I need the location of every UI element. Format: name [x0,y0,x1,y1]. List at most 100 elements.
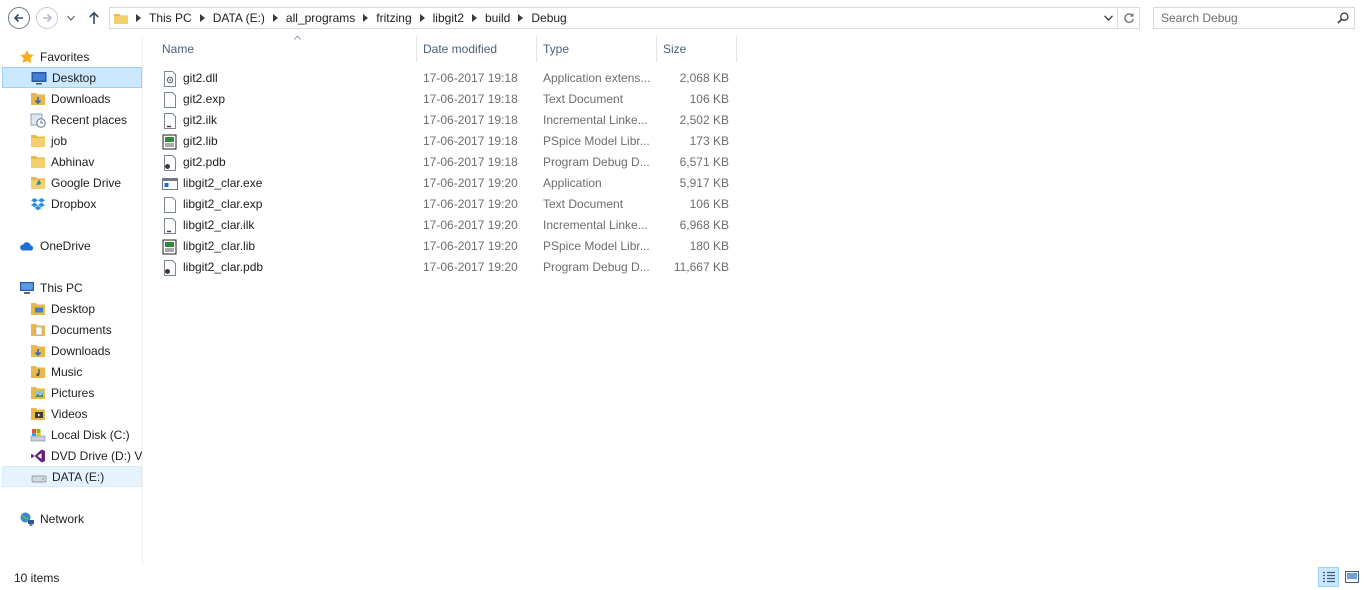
file-name: git2.dll [183,71,218,85]
nav-network[interactable]: Network [2,508,142,529]
nav-this-pc[interactable]: This PC [2,277,142,298]
nav-favorites-job[interactable]: job [2,130,142,151]
breadcrumb-debug[interactable]: Debug [527,8,570,28]
google-drive-folder-icon [29,175,47,191]
up-button[interactable] [84,7,104,29]
status-bar: 10 items [0,565,1366,590]
nav-this-pc-data-e[interactable]: DATA (E:) [2,466,142,487]
file-size: 180 KB [689,239,729,253]
refresh-button[interactable] [1117,8,1139,28]
file-name: libgit2_clar.pdb [183,260,264,274]
visual-studio-dvd-icon [29,448,47,464]
file-list-pane: Name Date modified Type Size git2.dll 17… [144,35,1366,565]
file-size: 106 KB [689,92,729,106]
breadcrumb-chevron-icon[interactable] [196,8,209,28]
desktop-folder-icon [29,301,47,317]
breadcrumb-chevron-icon[interactable] [416,8,429,28]
file-name: libgit2_clar.lib [183,239,256,253]
breadcrumb-libgit2[interactable]: libgit2 [429,8,468,28]
music-folder-icon [29,364,47,380]
breadcrumb-build[interactable]: build [481,8,514,28]
nav-this-pc-downloads[interactable]: Downloads [2,340,142,361]
breadcrumb-chevron-icon[interactable] [269,8,282,28]
network-icon [18,511,36,527]
dll-file-icon [162,70,178,87]
file-type: PSpice Model Libr... [543,239,650,253]
file-row[interactable]: git2.pdb 17-06-2017 19:18 Program Debug … [162,152,738,173]
downloads-folder-icon [29,91,47,107]
file-row[interactable]: libgit2_clar.exe 17-06-2017 19:20 Applic… [162,173,738,194]
nav-favorites-downloads[interactable]: Downloads [2,88,142,109]
up-arrow-icon [89,11,99,24]
breadcrumb-chevron-icon[interactable] [132,8,145,28]
back-button[interactable] [8,7,30,29]
details-view-button[interactable] [1318,567,1339,587]
nav-favorites-desktop[interactable]: Desktop [2,67,142,88]
breadcrumb-data-drive[interactable]: DATA (E:) [209,8,269,28]
breadcrumb-fritzing[interactable]: fritzing [372,8,415,28]
file-row[interactable]: libgit2_clar.lib 17-06-2017 19:20 PSpice… [162,236,738,257]
file-date: 17-06-2017 19:18 [423,134,518,148]
file-row[interactable]: libgit2_clar.exp 17-06-2017 19:20 Text D… [162,194,738,215]
file-row[interactable]: git2.lib 17-06-2017 19:18 PSpice Model L… [162,131,738,152]
nav-favorites-google-drive[interactable]: Google Drive [2,172,142,193]
file-date: 17-06-2017 19:20 [423,197,518,211]
nav-this-pc-pictures[interactable]: Pictures [2,382,142,403]
forward-arrow-icon [43,13,53,23]
column-header-name[interactable]: Name [156,35,417,62]
search-box[interactable] [1153,7,1355,29]
breadcrumb-this-pc[interactable]: This PC [145,8,196,28]
file-date: 17-06-2017 19:18 [423,92,518,106]
breadcrumb-chevron-icon[interactable] [514,8,527,28]
large-icons-view-button[interactable] [1341,567,1362,587]
file-date: 17-06-2017 19:18 [423,113,518,127]
nav-this-pc-videos[interactable]: Videos [2,403,142,424]
search-icon[interactable] [1332,12,1354,24]
nav-this-pc-desktop[interactable]: Desktop [2,298,142,319]
folder-icon [29,154,47,170]
file-date: 17-06-2017 19:18 [423,155,518,169]
recent-locations-button[interactable] [64,10,78,26]
recent-places-icon [29,112,47,128]
nav-this-pc-dvd-drive-d[interactable]: DVD Drive (D:) VS [2,445,142,466]
file-row[interactable]: libgit2_clar.pdb 17-06-2017 19:20 Progra… [162,257,738,278]
nav-this-pc-documents[interactable]: Documents [2,319,142,340]
nav-this-pc-local-disk-c[interactable]: Local Disk (C:) [2,424,142,445]
breadcrumb-all-programs[interactable]: all_programs [282,8,359,28]
navigation-pane: Favorites Desktop Downloads Recent place… [0,36,143,565]
address-bar[interactable]: This PC DATA (E:) all_programs fritzing … [109,7,1140,29]
desktop-icon [30,70,48,86]
file-row[interactable]: libgit2_clar.ilk 17-06-2017 19:20 Increm… [162,215,738,236]
forward-button[interactable] [36,7,58,29]
file-date: 17-06-2017 19:20 [423,239,518,253]
column-header-size[interactable]: Size [657,36,737,62]
file-row[interactable]: git2.dll 17-06-2017 19:18 Application ex… [162,68,738,89]
downloads-folder-icon [29,343,47,359]
column-header-type[interactable]: Type [537,36,657,62]
file-size: 11,667 KB [673,260,729,274]
file-size: 5,917 KB [679,176,729,190]
breadcrumb-chevron-icon[interactable] [468,8,481,28]
file-date: 17-06-2017 19:20 [423,260,518,274]
nav-onedrive[interactable]: OneDrive [2,235,142,256]
search-input[interactable] [1154,9,1332,27]
nav-favorites-abhinav[interactable]: Abhinav [2,151,142,172]
file-type: Application [543,176,602,190]
breadcrumb-chevron-icon[interactable] [359,8,372,28]
nav-this-pc-music[interactable]: Music [2,361,142,382]
nav-favorites-recent-places[interactable]: Recent places [2,109,142,130]
nav-favorites[interactable]: Favorites [2,46,142,67]
text-file-icon [162,196,178,213]
column-header-date-modified[interactable]: Date modified [417,36,537,62]
refresh-icon [1123,13,1134,23]
file-name: git2.exp [183,92,226,106]
file-row[interactable]: git2.ilk 17-06-2017 19:18 Incremental Li… [162,110,738,131]
file-row[interactable]: git2.exp 17-06-2017 19:18 Text Document … [162,89,738,110]
file-size: 2,502 KB [679,113,729,127]
details-view-icon [1322,571,1335,583]
sort-ascending-icon [294,35,301,40]
folder-icon [110,8,132,28]
pdb-file-icon [162,259,178,276]
address-history-dropdown[interactable] [1099,8,1117,28]
nav-favorites-dropbox[interactable]: Dropbox [2,193,142,214]
